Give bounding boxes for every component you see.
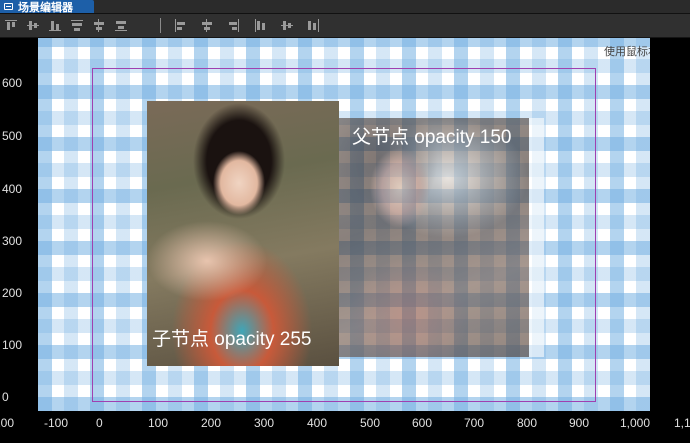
align-right-icon[interactable] xyxy=(226,19,240,32)
viewport-edge xyxy=(650,38,690,411)
x-tick: 200 xyxy=(0,416,15,430)
x-tick: 900 xyxy=(569,416,590,430)
toolbar-separator xyxy=(160,18,161,33)
horizontal-ruler: 200 -100 0 100 200 300 400 500 600 700 8… xyxy=(0,411,690,443)
scene-viewport[interactable]: 600 500 400 300 200 100 0 使用鼠标右键平移视窗焦 父节… xyxy=(0,38,690,443)
x-tick: 1,000 xyxy=(620,416,651,430)
align-top-edge-icon[interactable] xyxy=(70,19,84,32)
x-tick: 800 xyxy=(517,416,538,430)
tab-bar: 场景编辑器 xyxy=(0,0,690,14)
x-tick: 600 xyxy=(412,416,433,430)
y-tick: 0 xyxy=(2,390,9,404)
y-tick: 600 xyxy=(2,76,23,90)
child-node-label: 子节点 opacity 255 xyxy=(152,329,312,350)
alignment-toolbar xyxy=(0,14,690,38)
align-right-edge-icon[interactable] xyxy=(306,19,320,32)
align-horizontal-center-icon[interactable] xyxy=(200,19,214,32)
y-tick: 100 xyxy=(2,338,23,352)
y-tick: 400 xyxy=(2,182,23,196)
align-top-icon[interactable] xyxy=(4,19,18,32)
x-tick: -100 xyxy=(44,416,69,430)
parent-node-label: 父节点 opacity 150 xyxy=(352,127,512,148)
x-tick: 200 xyxy=(201,416,222,430)
align-center-icon[interactable] xyxy=(280,19,294,32)
tab-scene-editor[interactable]: 场景编辑器 xyxy=(0,0,94,14)
align-bottom-edge-icon[interactable] xyxy=(114,19,128,32)
x-tick: 500 xyxy=(360,416,381,430)
vertical-ruler: 600 500 400 300 200 100 0 xyxy=(0,38,38,443)
y-tick: 300 xyxy=(2,234,23,248)
align-bottom-icon[interactable] xyxy=(48,19,62,32)
parent-node[interactable] xyxy=(338,118,544,357)
x-tick: 0 xyxy=(96,416,103,430)
scene-editor-icon xyxy=(4,3,13,10)
x-tick: 400 xyxy=(307,416,328,430)
y-tick: 200 xyxy=(2,286,23,300)
parent-node-image xyxy=(338,118,529,357)
y-tick: 500 xyxy=(2,129,23,143)
x-tick: 1,1 xyxy=(674,416,690,430)
x-tick: 100 xyxy=(148,416,169,430)
align-middle-icon[interactable] xyxy=(92,19,106,32)
align-vertical-center-icon[interactable] xyxy=(26,19,40,32)
align-left-edge-icon[interactable] xyxy=(254,19,268,32)
x-tick: 700 xyxy=(464,416,485,430)
x-tick: 300 xyxy=(254,416,275,430)
scene-editor-window: 场景编辑器 600 500 400 300 200 100 0 使用鼠标右 父节… xyxy=(0,0,690,443)
align-left-icon[interactable] xyxy=(174,19,188,32)
tab-title: 场景编辑器 xyxy=(18,1,73,14)
